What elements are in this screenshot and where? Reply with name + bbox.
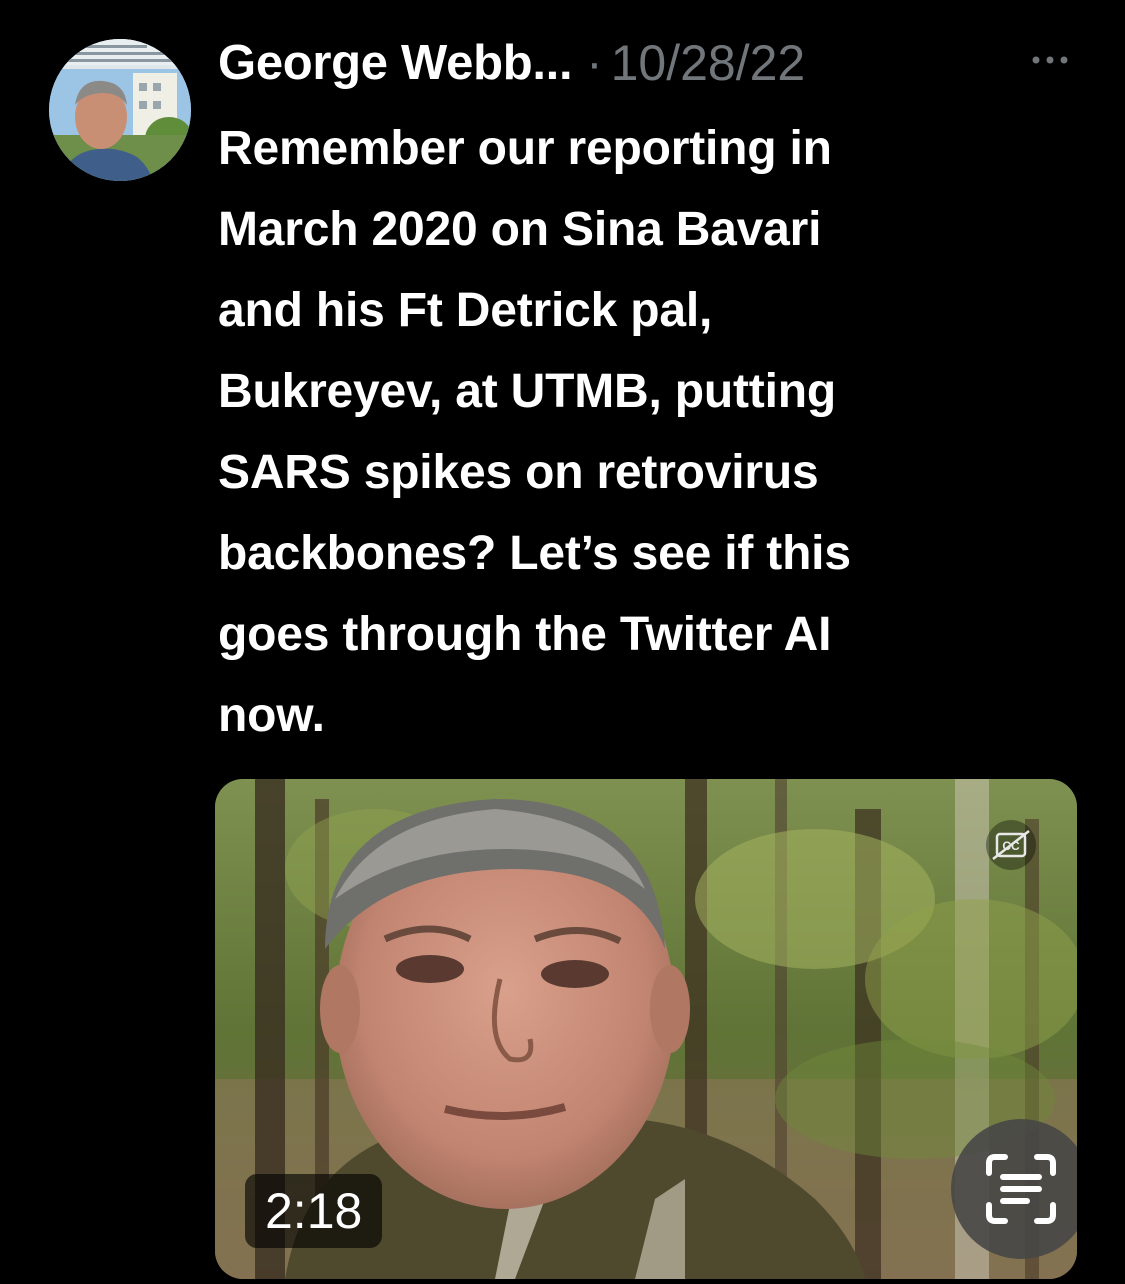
text-recognition-icon: [986, 1154, 1056, 1224]
more-options-button[interactable]: [1028, 48, 1076, 72]
tweet[interactable]: George Webb... · 10/28/22 Remember our r…: [0, 0, 1125, 1284]
video-duration-badge: 2:18: [245, 1174, 383, 1248]
avatar-photo: [49, 39, 191, 181]
author-avatar[interactable]: [49, 39, 191, 181]
tweet-text: Remember our reporting in March 2020 on …: [218, 122, 851, 742]
header-separator: ·: [586, 36, 603, 90]
closed-captions-off-icon: CC: [986, 820, 1036, 870]
author-name[interactable]: George Webb...: [218, 35, 573, 91]
video-player[interactable]: CC 2:18: [215, 779, 1077, 1279]
tweet-header: George Webb... · 10/28/22: [218, 28, 805, 98]
closed-captions-button[interactable]: CC: [975, 819, 1047, 871]
more-horizontal-icon: [1032, 56, 1068, 64]
tweet-timestamp[interactable]: 10/28/22: [611, 34, 806, 92]
